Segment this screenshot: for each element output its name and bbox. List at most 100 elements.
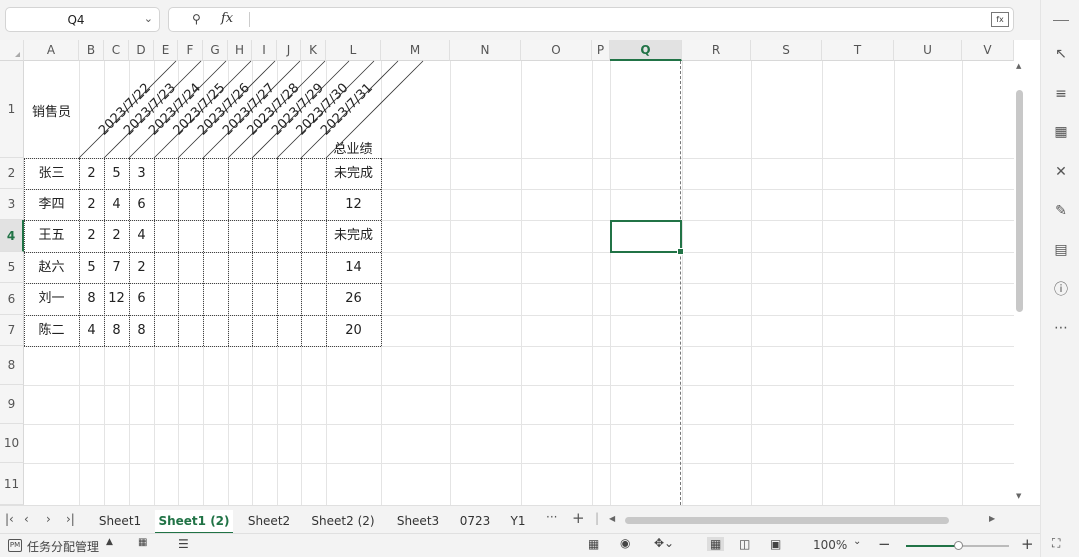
cell-d[interactable]: 3 — [129, 158, 154, 189]
normal-view-icon[interactable]: ▦ — [707, 537, 725, 551]
macro-icon[interactable]: ▦ — [138, 537, 147, 548]
crop-icon[interactable]: ▦ — [1051, 122, 1071, 142]
cell-d[interactable]: 2 — [129, 252, 154, 283]
cell-name[interactable]: 王五 — [24, 220, 79, 252]
scroll-right-icon[interactable]: ▶ — [989, 514, 995, 523]
cell-name[interactable]: 陈二 — [24, 315, 79, 346]
more-icon[interactable]: ⋯ — [1051, 318, 1071, 338]
sheet-tab[interactable]: Sheet1 (2) — [155, 510, 233, 534]
add-sheet-button[interactable]: + — [572, 509, 585, 527]
gridline-horizontal — [24, 424, 1014, 425]
cell-d[interactable]: 8 — [129, 315, 154, 346]
formula-separator — [249, 12, 250, 27]
cell-total[interactable]: 20 — [326, 315, 381, 346]
horizontal-scrollbar[interactable]: ◀ ▶ — [605, 514, 1000, 526]
gridline-horizontal — [24, 463, 1014, 464]
zoom-slider[interactable] — [906, 541, 1009, 550]
row-header-11[interactable]: 11 — [0, 463, 24, 505]
right-toolbar: ↖ ≡ ▦ ✕ ✎ ▤ ⓘ ⋯ — [1040, 0, 1079, 557]
sheet-tab[interactable]: 0723 — [452, 510, 498, 534]
cell-c[interactable]: 8 — [104, 315, 129, 346]
sheet-tab[interactable]: Sheet2 (2) — [304, 510, 382, 534]
task-icon[interactable]: PM — [8, 539, 22, 552]
vertical-scrollbar[interactable]: ▲ ▼ — [1014, 62, 1026, 505]
cell-b[interactable]: 8 — [79, 283, 104, 315]
row-header-4[interactable]: 4 — [0, 220, 24, 252]
paint-icon[interactable]: ✎ — [1051, 201, 1071, 221]
cell-b[interactable]: 2 — [79, 158, 104, 189]
cell-c[interactable]: 12 — [104, 283, 129, 315]
notes-icon[interactable]: ☰ — [178, 537, 189, 551]
first-sheet-icon[interactable]: |‹ — [5, 512, 14, 526]
fx-label[interactable]: fx — [221, 11, 233, 26]
next-sheet-icon[interactable]: › — [46, 512, 51, 526]
tools-icon[interactable]: ✕ — [1051, 162, 1071, 182]
cell-d[interactable]: 6 — [129, 189, 154, 220]
cell-total[interactable]: 未完成 — [326, 220, 381, 252]
table-icon[interactable]: ▦ — [588, 537, 599, 551]
name-box[interactable]: Q4 ⌄ — [5, 7, 160, 32]
cell-name[interactable]: 刘一 — [24, 283, 79, 315]
cell-total[interactable]: 未完成 — [326, 158, 381, 189]
cell-total[interactable]: 26 — [326, 283, 381, 315]
row-header-7[interactable]: 7 — [0, 315, 24, 346]
zoom-level[interactable]: 100% — [813, 538, 847, 552]
expand-formula-icon[interactable]: fx — [991, 12, 1009, 27]
task-manager-label[interactable]: 任务分配管理 — [27, 538, 99, 555]
cell-name[interactable]: 赵六 — [24, 252, 79, 283]
caret-up-icon[interactable]: ▲ — [106, 537, 113, 547]
cell-name[interactable]: 李四 — [24, 189, 79, 220]
chevron-down-icon[interactable]: ⌄ — [144, 12, 153, 25]
zoom-in-button[interactable]: + — [1021, 535, 1034, 553]
book-icon[interactable]: ▤ — [1051, 240, 1071, 260]
eye-icon[interactable]: ◉ — [620, 536, 630, 550]
row-header-6[interactable]: 6 — [0, 283, 24, 315]
sheet-tab[interactable]: Sheet1 — [90, 510, 150, 534]
cell-c[interactable]: 7 — [104, 252, 129, 283]
fullscreen-icon[interactable]: ⛶ — [1052, 536, 1060, 551]
page-layout-icon[interactable]: ◫ — [739, 537, 750, 551]
cell-d[interactable]: 4 — [129, 220, 154, 252]
zoom-out-button[interactable]: − — [878, 535, 891, 553]
cell-c[interactable]: 2 — [104, 220, 129, 252]
zoom-dropdown-icon[interactable]: ⌄ — [853, 536, 861, 547]
more-sheets-button[interactable]: ··· — [546, 510, 557, 524]
row-header-9[interactable]: 9 — [0, 385, 24, 424]
scroll-down-icon[interactable]: ▼ — [1016, 492, 1021, 500]
zoom-slider-knob[interactable] — [954, 541, 963, 550]
zoom-lens-icon[interactable]: ⚲ — [192, 12, 201, 26]
page-break-view-icon[interactable]: ▣ — [770, 537, 781, 551]
row-header-10[interactable]: 10 — [0, 424, 24, 463]
cell-name[interactable]: 张三 — [24, 158, 79, 189]
help-icon[interactable]: ⓘ — [1051, 280, 1071, 300]
cell-d[interactable]: 6 — [129, 283, 154, 315]
spreadsheet-app: Q4 ⌄ ⚲ fx fx ABCDEFGHIJKLMNOPQRSTUV12345… — [0, 0, 1079, 557]
move-icon[interactable]: ✥⌄ — [654, 536, 674, 550]
panel-minimize-icon[interactable] — [1053, 20, 1069, 21]
cell-total[interactable]: 12 — [326, 189, 381, 220]
cell-b[interactable]: 2 — [79, 189, 104, 220]
prev-sheet-icon[interactable]: ‹ — [24, 512, 29, 526]
formula-input[interactable]: ⚲ fx fx — [168, 7, 1014, 32]
last-sheet-icon[interactable]: ›| — [66, 512, 75, 526]
row-header-5[interactable]: 5 — [0, 252, 24, 283]
sliders-icon[interactable]: ≡ — [1051, 84, 1071, 104]
cell-b[interactable]: 4 — [79, 315, 104, 346]
cell-total[interactable]: 14 — [326, 252, 381, 283]
horizontal-scroll-thumb[interactable] — [625, 517, 949, 524]
scroll-up-icon[interactable]: ▲ — [1016, 62, 1021, 70]
sheet-tab[interactable]: Sheet3 — [388, 510, 448, 534]
cell-c[interactable]: 5 — [104, 158, 129, 189]
scroll-left-icon[interactable]: ◀ — [609, 514, 615, 523]
vertical-scroll-thumb[interactable] — [1016, 90, 1023, 312]
cell-b[interactable]: 2 — [79, 220, 104, 252]
sheet-grid[interactable]: A B C D E F G H I J K L M N O P Q R S T U V 1 2 3 4 5 6 7 8 9 10 11 销售员 2… — [0, 40, 1014, 505]
cell-b[interactable]: 5 — [79, 252, 104, 283]
row-header-8[interactable]: 8 — [0, 346, 24, 385]
sheet-tab[interactable]: Sheet2 — [239, 510, 299, 534]
row-header-3[interactable]: 3 — [0, 189, 24, 220]
selected-cell[interactable] — [610, 220, 684, 255]
sheet-tab[interactable]: Y1 — [502, 510, 534, 534]
cell-c[interactable]: 4 — [104, 189, 129, 220]
cursor-icon[interactable]: ↖ — [1051, 44, 1071, 64]
